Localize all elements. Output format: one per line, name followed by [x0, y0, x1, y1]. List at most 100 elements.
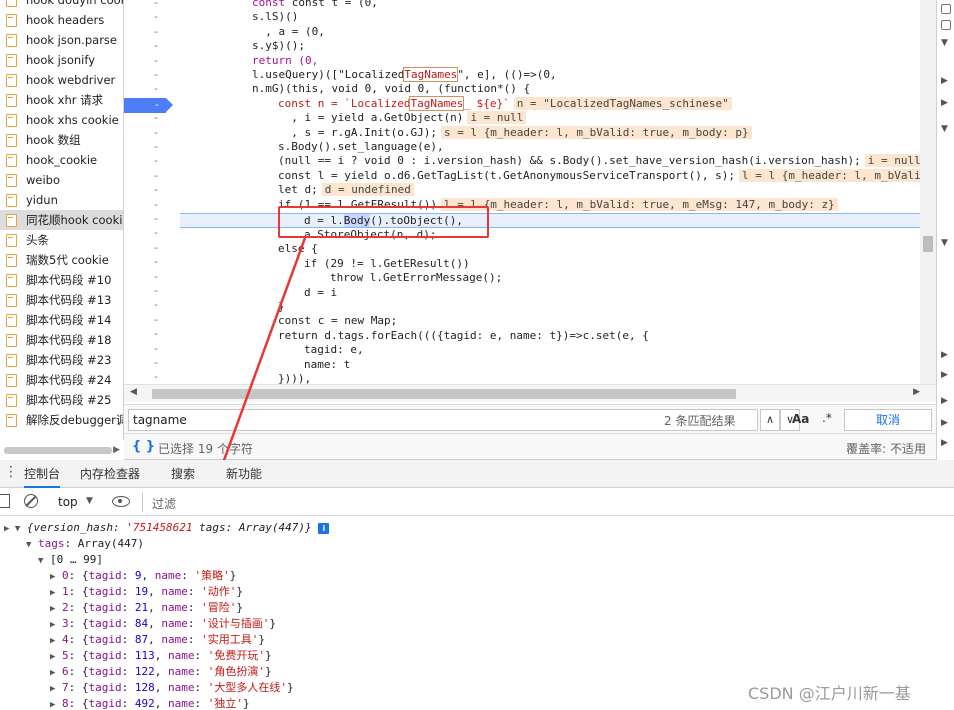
code-vertical-scroll-thumb[interactable] — [923, 236, 933, 252]
previous-match-button[interactable]: ∧ — [760, 409, 780, 431]
expand-arrow-icon[interactable]: ▶ — [50, 572, 55, 582]
breakpoint-marker[interactable]: - — [124, 98, 173, 113]
scroll-right-arrow-icon[interactable]: ▶ — [913, 387, 920, 397]
snippet-item[interactable]: hook_cookie — [0, 150, 123, 170]
gutter-mark[interactable]: - — [124, 370, 178, 384]
gutter-mark[interactable]: - — [124, 255, 178, 269]
filter-input[interactable]: 过滤 — [152, 495, 176, 512]
object-property[interactable]: ▼ tags: Array(447) — [26, 536, 144, 552]
code-editor[interactable]: const const t = (0, s.lS)() , a = (0, s.… — [180, 0, 920, 384]
gutter-mark[interactable]: - — [124, 327, 178, 341]
snippet-item[interactable]: hook json.parse — [0, 30, 123, 50]
live-expression-eye-icon[interactable] — [112, 496, 130, 507]
expand-arrow-icon[interactable]: ▶ — [50, 668, 55, 678]
array-item[interactable]: ▶ 2: {tagid: 21, name: '冒险'} — [50, 600, 243, 616]
snippet-item[interactable]: weibo — [0, 170, 123, 190]
expand-arrow-icon[interactable]: ▶ — [941, 418, 948, 428]
snippet-item[interactable]: 脚本代码段 #24 — [0, 370, 123, 390]
gutter-mark[interactable]: - — [124, 140, 178, 154]
gutter-mark[interactable]: - — [124, 154, 178, 168]
match-case-button[interactable]: Aa — [792, 412, 809, 426]
cancel-button[interactable]: 取消 — [844, 409, 932, 431]
expand-arrow-icon[interactable]: ▶ — [941, 76, 948, 86]
code-horizontal-scrollbar[interactable]: ◀ ▶ — [124, 384, 936, 402]
gutter-mark[interactable]: - — [124, 82, 178, 96]
gutter-mark[interactable]: - — [124, 0, 178, 10]
snippet-item[interactable]: 脚本代码段 #14 — [0, 310, 123, 330]
snippet-list-scrollbar[interactable]: ▶ — [0, 442, 124, 458]
tab-search[interactable]: 搜索 — [171, 460, 195, 488]
expand-arrow-icon[interactable]: ▶ — [50, 636, 55, 646]
gutter-mark[interactable]: - — [124, 342, 178, 356]
expand-arrow-icon[interactable]: ▶ — [941, 370, 948, 380]
array-item[interactable]: ▶ 8: {tagid: 492, name: '独立'} — [50, 696, 250, 710]
chevron-down-icon[interactable]: ▼ — [86, 496, 93, 506]
snippet-item[interactable]: hook xhr 请求 — [0, 90, 123, 110]
gutter-mark[interactable]: - — [124, 313, 178, 327]
array-item[interactable]: ▶ 7: {tagid: 128, name: '大型多人在线'} — [50, 680, 294, 696]
snippet-item[interactable]: 同花顺hook cookie — [0, 210, 123, 230]
gutter-mark[interactable]: - — [124, 298, 178, 312]
snippet-item[interactable]: hook jsonify — [0, 50, 123, 70]
array-range[interactable]: ▼ [0 … 99] — [38, 552, 103, 568]
tab-memory-inspector[interactable]: 内存检查器 — [80, 460, 140, 488]
code-vertical-scrollbar[interactable] — [920, 0, 936, 384]
gutter-mark[interactable]: - — [124, 169, 178, 183]
gutter-mark[interactable]: - — [124, 111, 178, 125]
collapse-arrow-icon[interactable]: ▼ — [26, 540, 31, 550]
gutter-mark[interactable]: - — [124, 183, 178, 197]
gutter-mark[interactable]: - — [124, 226, 178, 240]
gutter-mark[interactable]: - — [124, 54, 178, 68]
expand-arrow-icon[interactable]: ▶ — [50, 652, 55, 662]
expand-arrow-icon[interactable]: ▶ — [50, 620, 55, 630]
tab-whats-new[interactable]: 新功能 — [226, 460, 262, 488]
sidebar-toggle-icon[interactable] — [0, 494, 10, 508]
tab-console[interactable]: 控制台 — [24, 460, 61, 488]
array-item[interactable]: ▶ 4: {tagid: 87, name: '实用工具'} — [50, 632, 265, 648]
array-item[interactable]: ▶ 5: {tagid: 113, name: '免费开玩'} — [50, 648, 272, 664]
more-options-icon[interactable]: ⋮ — [4, 464, 18, 480]
checkbox[interactable] — [941, 4, 951, 14]
gutter-mark[interactable]: - — [124, 25, 178, 39]
gutter-mark[interactable]: - — [124, 356, 178, 370]
expand-arrow-icon[interactable]: ▶ — [941, 396, 948, 406]
expand-arrow-icon[interactable]: ▼ — [941, 238, 948, 248]
expand-arrow-icon[interactable]: ▼ — [941, 124, 948, 134]
collapse-arrow-icon[interactable]: ▶ ▼ — [4, 524, 20, 534]
snippet-item[interactable]: 瑞数5代 cookie — [0, 250, 123, 270]
snippet-item[interactable]: yidun — [0, 190, 123, 210]
gutter-mark[interactable]: - — [124, 284, 178, 298]
snippet-item[interactable]: 脚本代码段 #23 — [0, 350, 123, 370]
snippet-item[interactable]: hook xhs cookie — [0, 110, 123, 130]
gutter-mark[interactable]: - — [124, 270, 178, 284]
pretty-print-icon[interactable]: { } — [132, 439, 155, 454]
expand-arrow-icon[interactable]: ▶ — [941, 98, 948, 108]
snippet-item[interactable]: 脚本代码段 #25 — [0, 390, 123, 410]
checkbox[interactable] — [941, 20, 951, 30]
snippet-item[interactable]: hook 数组 — [0, 130, 123, 150]
scroll-right-arrow-icon[interactable]: ▶ — [113, 445, 120, 455]
array-item[interactable]: ▶ 0: {tagid: 9, name: '策略'} — [50, 568, 236, 584]
line-gutter[interactable]: --------------------------- — [124, 0, 178, 384]
expand-arrow-icon[interactable]: ▶ — [941, 438, 948, 448]
snippet-item[interactable]: 头条 — [0, 230, 123, 250]
array-item[interactable]: ▶ 6: {tagid: 122, name: '角色扮演'} — [50, 664, 272, 680]
expand-arrow-icon[interactable]: ▶ — [50, 700, 55, 710]
array-item[interactable]: ▶ 1: {tagid: 19, name: '动作'} — [50, 584, 243, 600]
expand-arrow-icon[interactable]: ▶ — [50, 588, 55, 598]
console-log-entry[interactable]: ▶ ▼ {version_hash: '751458621 tags: Arra… — [4, 520, 330, 536]
snippet-item[interactable]: hook douyin cookie — [0, 0, 123, 10]
snippet-item[interactable]: 脚本代码段 #18 — [0, 330, 123, 350]
clear-console-icon[interactable] — [24, 494, 38, 508]
expand-arrow-icon[interactable]: ▼ — [941, 38, 948, 48]
regex-button[interactable]: .* — [822, 411, 832, 425]
gutter-mark[interactable]: - — [124, 10, 178, 24]
gutter-mark[interactable]: - — [124, 39, 178, 53]
gutter-mark[interactable]: - — [124, 198, 178, 212]
snippet-item[interactable]: 脚本代码段 #13 — [0, 290, 123, 310]
snippet-item[interactable]: 解除反debugger调试 — [0, 410, 123, 430]
scroll-left-arrow-icon[interactable]: ◀ — [130, 387, 137, 397]
snippet-item[interactable]: hook webdriver — [0, 70, 123, 90]
gutter-mark[interactable]: - — [124, 68, 178, 82]
code-horizontal-scroll-thumb[interactable] — [152, 389, 736, 399]
